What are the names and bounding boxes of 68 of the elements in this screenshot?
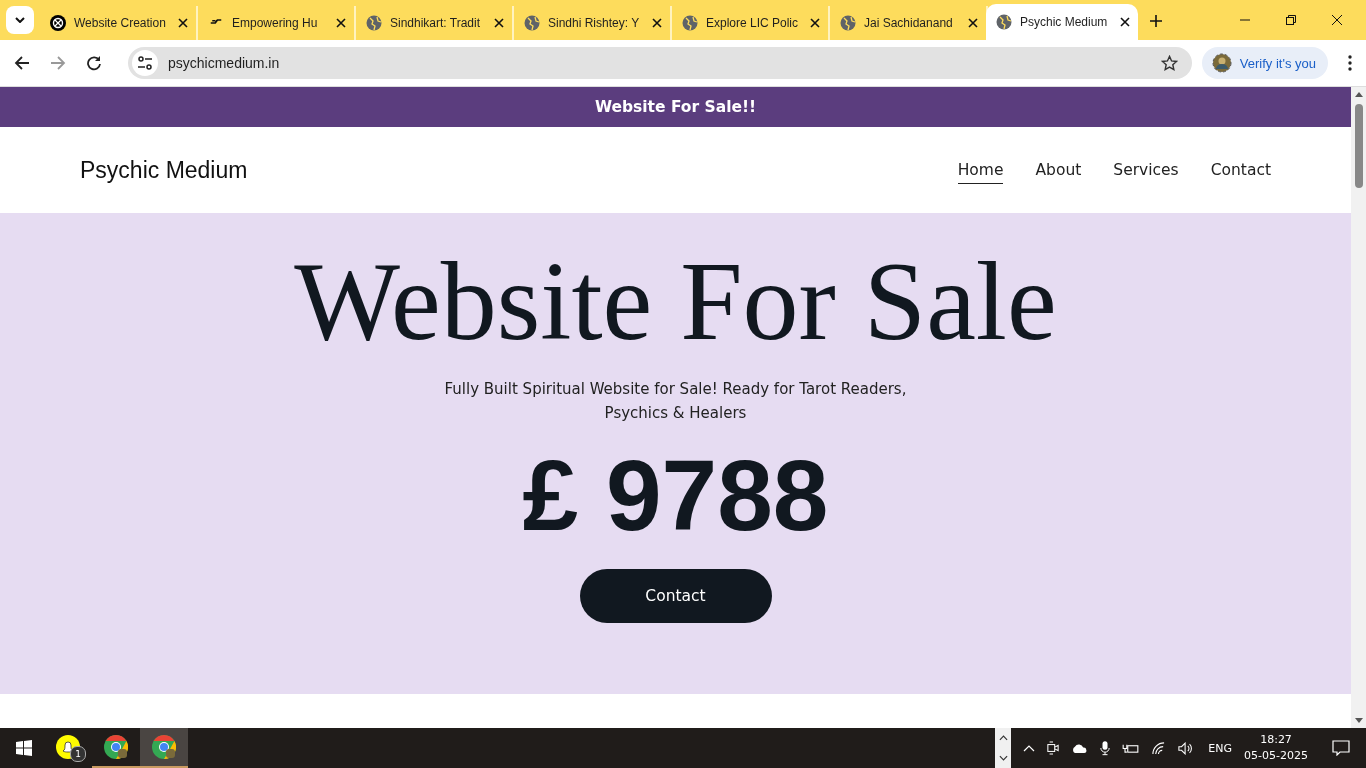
windows-start-icon[interactable] (16, 740, 32, 756)
hero-subtitle: Fully Built Spiritual Website for Sale! Ready for Tarot Readers, Psychics & Healers (443, 379, 908, 424)
tab-title: Psychic Medium (1020, 15, 1109, 29)
contact-button[interactable]: Contact (579, 569, 772, 623)
tune-icon (137, 55, 153, 71)
globe-icon (366, 15, 382, 31)
clock-date[interactable]: 05-05-2025 (1244, 748, 1308, 764)
avatar-icon (1211, 53, 1232, 73)
close-icon[interactable] (1120, 17, 1130, 27)
chrome-icon (152, 735, 176, 759)
site-title[interactable]: Psychic Medium (80, 156, 248, 184)
nav-link[interactable]: About (1035, 156, 1082, 184)
restore-icon[interactable] (1286, 15, 1296, 25)
notification-badge: 1 (70, 746, 86, 762)
bookmark-star-icon[interactable] (1160, 54, 1178, 72)
taskbar-app[interactable] (140, 728, 188, 768)
more-icon[interactable] (1348, 55, 1352, 71)
scrollbar[interactable] (1351, 87, 1366, 728)
tab-title: Explore LIC Polic (706, 16, 800, 30)
clock-time[interactable]: 18:27 (1260, 732, 1292, 748)
close-icon[interactable] (178, 18, 188, 28)
globe-icon (682, 15, 698, 31)
wifi-icon[interactable] (1151, 741, 1167, 755)
chevron-up-icon[interactable] (1023, 744, 1036, 752)
price: £ 9788 (522, 438, 829, 553)
new-tab-icon[interactable] (1150, 15, 1162, 27)
close-icon[interactable] (494, 18, 504, 28)
globe-icon (996, 14, 1012, 30)
microphone-icon[interactable] (1100, 740, 1111, 756)
tab-title: Website Creation (74, 16, 167, 30)
hero-heading: Website For Sale (294, 241, 1057, 361)
caret-icon (15, 17, 25, 23)
tab-title: Sindhi Rishtey: Y (548, 16, 641, 30)
tab-search-button[interactable] (6, 6, 34, 34)
language-indicator[interactable]: ENG (1208, 741, 1233, 755)
close-icon[interactable] (336, 18, 346, 28)
address-bar[interactable]: psychicmedium.in (128, 47, 1192, 79)
camera-icon[interactable] (1047, 741, 1060, 755)
nav-link[interactable]: Home (957, 156, 1004, 184)
close-icon[interactable] (1332, 15, 1342, 25)
back-icon[interactable] (14, 55, 30, 71)
tab-title: Jai Sachidanand (864, 16, 954, 30)
taskbar-app[interactable]: 1 (44, 728, 92, 768)
notifications-icon[interactable] (1332, 740, 1350, 756)
chevron-down-icon (998, 755, 1008, 761)
globe-icon (524, 15, 540, 31)
chevron-up-icon (998, 735, 1008, 741)
browser-tab[interactable]: Psychic Medium (986, 4, 1138, 40)
nav-link[interactable]: Services (1113, 156, 1179, 184)
forward-icon[interactable] (50, 55, 66, 71)
close-icon[interactable] (652, 18, 662, 28)
banner-text: Website For Sale!! (594, 98, 757, 116)
battery-plug-icon[interactable] (1122, 742, 1140, 754)
logo-icon (50, 15, 66, 31)
site-info-button[interactable] (132, 50, 158, 76)
speaker-icon[interactable] (1178, 741, 1195, 755)
close-icon[interactable] (968, 18, 978, 28)
tab-title: Sindhikart: Tradit (390, 16, 482, 30)
globe-icon (840, 15, 856, 31)
profile-button[interactable]: Verify it's you (1201, 47, 1328, 79)
nav-link[interactable]: Contact (1210, 156, 1271, 184)
tab-title: Empowering Hu (232, 16, 319, 30)
cloud-icon[interactable] (1071, 742, 1089, 754)
close-icon[interactable] (810, 18, 820, 28)
chrome-icon (104, 735, 128, 759)
reload-icon[interactable] (86, 55, 102, 71)
taskbar-scroller[interactable] (995, 728, 1012, 768)
url-text: psychicmedium.in (168, 55, 281, 71)
